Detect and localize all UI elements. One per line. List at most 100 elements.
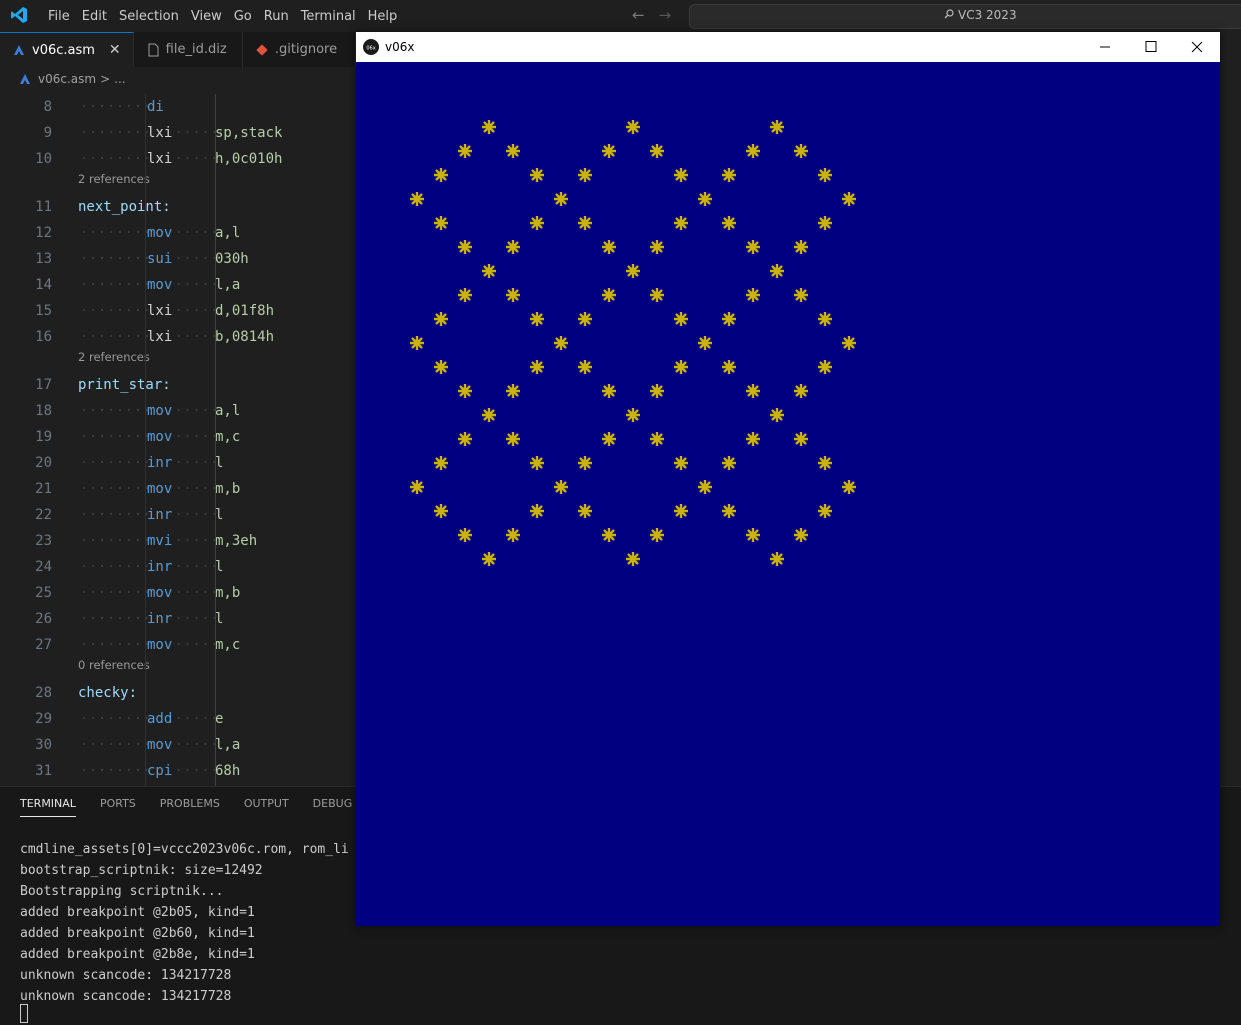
line-number: 13 [35, 251, 52, 267]
references-label[interactable]: 2 references [78, 168, 150, 190]
menu-run[interactable]: Run [258, 9, 295, 24]
code-line[interactable]: 15 ········ lxi ····· d,01f8h [0, 298, 356, 324]
code-line[interactable]: 16 ········ lxi ····· b,0814h [0, 324, 356, 350]
whitespace-marker: ········ [80, 403, 152, 419]
code-line[interactable]: 12 ········ mov ····· a,l [0, 220, 356, 246]
code-line[interactable]: 29 ········ add ····· e [0, 706, 356, 732]
code-line[interactable]: 14 ········ mov ····· l,a [0, 272, 356, 298]
terminal-output[interactable]: cmdline_assets[0]=vccc2023v06c.rom, rom_… [20, 839, 349, 1007]
star-glyph [746, 239, 760, 254]
breadcrumb-separator: > [100, 72, 111, 86]
references-label[interactable]: 2 references [78, 346, 150, 368]
code-line[interactable]: 28 checky: [0, 680, 356, 706]
whitespace-marker: ····· [174, 429, 220, 445]
code-line[interactable]: 11 next_point: [0, 194, 356, 220]
tab-ports[interactable]: PORTS [100, 797, 136, 817]
code-line[interactable]: 8 ········ di [0, 94, 356, 120]
back-arrow-icon[interactable]: ← [632, 6, 645, 24]
breadcrumb-file[interactable]: v06c.asm [38, 72, 96, 86]
code-line[interactable]: 10 ········ lxi ····· h,0c010h [0, 146, 356, 172]
menu-view[interactable]: View [185, 9, 228, 24]
emulator-screen[interactable] [356, 62, 1220, 926]
code-line[interactable]: 25 ········ mov ····· m,b [0, 580, 356, 606]
menu-go[interactable]: Go [228, 9, 258, 24]
star-glyph [458, 239, 472, 254]
star-glyph [746, 143, 760, 158]
whitespace-marker: ········ [80, 737, 152, 753]
forward-arrow-icon[interactable]: → [659, 6, 672, 24]
code-editor[interactable]: 8 ········ di 9 ········ lxi ····· sp,stack 10 ··… [0, 94, 356, 786]
code-line[interactable]: 13 ········ sui ····· 030h [0, 246, 356, 272]
code-line[interactable]: 21 ········ mov ····· m,b [0, 476, 356, 502]
star-glyph [602, 527, 616, 542]
star-glyph [458, 143, 472, 158]
close-window-icon[interactable] [1174, 32, 1220, 62]
code-line[interactable]: 22 ········ inr ····· l [0, 502, 356, 528]
menu-terminal[interactable]: Terminal [295, 9, 362, 24]
tab-gitignore[interactable]: .gitignore [243, 32, 356, 67]
breadcrumb-rest[interactable]: ... [114, 72, 125, 86]
star-glyph [674, 167, 688, 182]
star-glyph [458, 287, 472, 302]
tab-problems[interactable]: PROBLEMS [160, 797, 220, 817]
terminal-line: added breakpoint @2b60, kind=1 [20, 926, 255, 941]
code-line[interactable]: 20 ········ inr ····· l [0, 450, 356, 476]
code-line[interactable]: 31 ········ cpi ····· 68h [0, 758, 356, 784]
maximize-icon[interactable] [1128, 32, 1174, 62]
menu-help[interactable]: Help [362, 9, 404, 24]
line-number: 26 [35, 611, 52, 627]
code-lens-references[interactable]: 2 references [0, 172, 356, 194]
star-glyph [794, 431, 808, 446]
star-glyph [842, 335, 856, 350]
whitespace-marker: ····· [174, 455, 220, 471]
code-line[interactable]: 24 ········ inr ····· l [0, 554, 356, 580]
menu-edit[interactable]: Edit [76, 9, 113, 24]
code-operand: m,b [215, 481, 241, 497]
code-line[interactable]: 23 ········ mvi ····· m,3eh [0, 528, 356, 554]
code-line[interactable]: 30 ········ mov ····· l,a [0, 732, 356, 758]
star-glyph [818, 311, 832, 326]
menu-file[interactable]: File [42, 9, 76, 24]
tab-file-id-diz[interactable]: file_id.diz [134, 32, 243, 67]
emulator-title-bar[interactable]: 06x v06x [356, 32, 1220, 62]
line-number: 12 [35, 225, 52, 241]
tab-v06c-asm[interactable]: v06c.asm ✕ [0, 32, 134, 67]
tab-label: v06c.asm [32, 42, 95, 58]
line-number: 29 [35, 711, 52, 727]
code-opcode: inr [147, 507, 173, 523]
code-line[interactable]: 19 ········ mov ····· m,c [0, 424, 356, 450]
references-label[interactable]: 0 references [78, 654, 150, 676]
code-line[interactable]: 17 print_star: [0, 372, 356, 398]
minimize-icon[interactable] [1082, 32, 1128, 62]
close-icon[interactable]: ✕ [109, 42, 121, 58]
command-center-text: VC3 2023 [958, 8, 1017, 22]
code-operand: a,l [215, 225, 241, 241]
line-number: 19 [35, 429, 52, 445]
code-opcode: inr [147, 455, 173, 471]
whitespace-marker: ····· [174, 225, 220, 241]
code-line[interactable]: 26 ········ inr ····· l [0, 606, 356, 632]
whitespace-marker: ········ [80, 277, 152, 293]
code-line[interactable]: 18 ········ mov ····· a,l [0, 398, 356, 424]
git-icon [256, 43, 268, 56]
star-glyph [842, 479, 856, 494]
code-operand: b,0814h [215, 329, 275, 345]
terminal-line: added breakpoint @2b8e, kind=1 [20, 947, 255, 962]
command-center-search[interactable]: VC3 2023 [689, 4, 1241, 29]
code-opcode: mov [147, 225, 173, 241]
tab-terminal[interactable]: TERMINAL [20, 797, 76, 817]
code-lens-references[interactable]: 0 references [0, 658, 356, 680]
vscode-logo-icon[interactable] [10, 6, 28, 24]
emulator-window[interactable]: 06x v06x [356, 32, 1220, 926]
star-glyph [482, 551, 496, 566]
code-opcode: mvi [147, 533, 173, 549]
code-line[interactable]: 27 ········ mov ····· m,c [0, 632, 356, 658]
star-glyph [530, 359, 544, 374]
code-lens-references[interactable]: 2 references [0, 350, 356, 372]
code-line[interactable]: 9 ········ lxi ····· sp,stack [0, 120, 356, 146]
terminal-line: cmdline_assets[0]=vccc2023v06c.rom, rom_… [20, 842, 349, 857]
search-icon [944, 9, 954, 19]
menu-selection[interactable]: Selection [113, 9, 185, 24]
line-number: 24 [35, 559, 52, 575]
tab-output[interactable]: OUTPUT [244, 797, 289, 817]
